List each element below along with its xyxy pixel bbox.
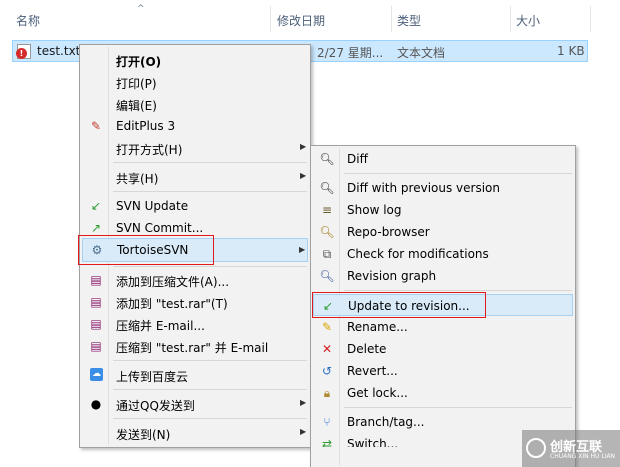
menu-item-add-to-archive[interactable]: ▤ 添加到压缩文件(A)... [82,269,308,291]
file-name: test.txt [37,44,81,58]
svn-update-icon: ↙ [90,199,102,213]
menu-item-edit[interactable]: 编辑(E) [82,93,308,115]
winrar-icon: ▤ [90,339,102,353]
column-divider[interactable] [510,6,511,32]
log-icon: ≡ [321,203,333,217]
column-type[interactable]: 类型 [397,12,421,29]
menu-item-editplus[interactable]: ✎ EditPlus 3 [82,115,308,137]
delete-x-icon: ✕ [321,342,333,356]
tortoisesvn-submenu: 🔍︎ Diff 🔍︎ Diff with previous version ≡ … [310,145,576,467]
menu-item-open[interactable]: 打开(O) [82,49,308,71]
magnifier-icon: 🔍︎ [319,152,335,166]
menu-item-delete[interactable]: ✕ Delete [313,338,573,360]
menu-item-show-log[interactable]: ≡ Show log [313,199,573,221]
menu-item-open-with[interactable]: 打开方式(H) ▶ [82,137,308,159]
context-menu: 打开(O) 打印(P) 编辑(E) ✎ EditPlus 3 打开方式(H) ▶… [78,44,311,448]
menu-item-add-to-test-rar[interactable]: ▤ 添加到 "test.rar"(T) [82,291,308,313]
column-modified[interactable]: 修改日期 [277,12,325,29]
file-size: 1 KB [557,44,585,58]
menu-item-upload-baidu[interactable]: ☁ 上传到百度云 [82,364,308,386]
menu-item-diff-previous[interactable]: 🔍︎ Diff with previous version [313,177,573,199]
watermark-logo: 创新互联 CHUANG XIN HU LIAN [522,430,620,467]
column-divider[interactable] [391,6,392,32]
menu-item-revision-graph[interactable]: 🔍︎ Revision graph [313,265,573,287]
menu-item-check-modifications[interactable]: ⧉ Check for modifications [313,243,573,265]
svn-commit-icon: ↗ [90,221,102,235]
menu-item-repo-browser[interactable]: 🔍︎ Repo-browser [313,221,573,243]
menu-item-get-lock[interactable]: 🔒︎ Get lock... [313,382,573,404]
check-modifications-icon: ⧉ [322,247,332,261]
column-name[interactable]: 名称 [16,12,40,29]
menu-item-diff[interactable]: 🔍︎ Diff [313,148,573,170]
pencil-icon: ✎ [321,320,333,334]
file-modified: 2/27 星期... [317,46,384,60]
submenu-arrow-icon: ▶ [299,245,306,254]
column-divider[interactable] [270,6,271,32]
svn-modified-text-file-icon: ! [16,44,31,59]
revision-graph-icon: 🔍︎ [319,269,335,283]
file-type: 文本文档 [397,46,446,60]
column-divider[interactable] [590,6,591,32]
menu-item-print[interactable]: 打印(P) [82,71,308,93]
column-size[interactable]: 大小 [516,12,540,29]
repo-browser-icon: 🔍︎ [319,225,335,239]
menu-item-rename[interactable]: ✎ Rename... [313,316,573,338]
menu-item-send-via-qq[interactable]: ● 通过QQ发送到 ▶ [82,393,308,415]
switch-icon: ⇄ [321,437,333,447]
winrar-icon: ▤ [90,273,102,287]
highlight-box-tortoisesvn [78,235,214,265]
revert-icon: ↺ [321,364,333,378]
submenu-arrow-icon: ▶ [300,171,307,180]
lock-icon: 🔒︎ [323,386,331,400]
column-header: ^ 名称 修改日期 类型 大小 [0,0,620,36]
baidu-cloud-icon: ☁ [90,368,103,381]
magnifier-icon: 🔍︎ [319,181,335,195]
highlight-box-update-to-revision [312,292,486,318]
brand-logo-icon [526,438,546,458]
menu-item-compress-email[interactable]: ▤ 压缩并 E-mail... [82,313,308,335]
submenu-arrow-icon: ▶ [300,142,307,151]
menu-item-compress-to-rar-email[interactable]: ▤ 压缩到 "test.rar" 并 E-mail [82,335,308,357]
menu-item-svn-update[interactable]: ↙ SVN Update [82,195,308,217]
winrar-icon: ▤ [90,317,102,331]
qq-penguin-icon: ● [90,397,102,411]
menu-item-share[interactable]: 共享(H) ▶ [82,166,308,188]
winrar-icon: ▤ [90,295,102,309]
editplus-icon: ✎ [90,119,102,133]
submenu-arrow-icon: ▶ [300,427,307,436]
watermark-subtext: CHUANG XIN HU LIAN [550,453,616,460]
sort-ascending-icon: ^ [137,4,145,14]
menu-item-revert[interactable]: ↺ Revert... [313,360,573,382]
menu-item-send-to[interactable]: 发送到(N) ▶ [82,422,308,444]
submenu-arrow-icon: ▶ [300,398,307,407]
branch-icon: ⑂ [323,415,331,429]
